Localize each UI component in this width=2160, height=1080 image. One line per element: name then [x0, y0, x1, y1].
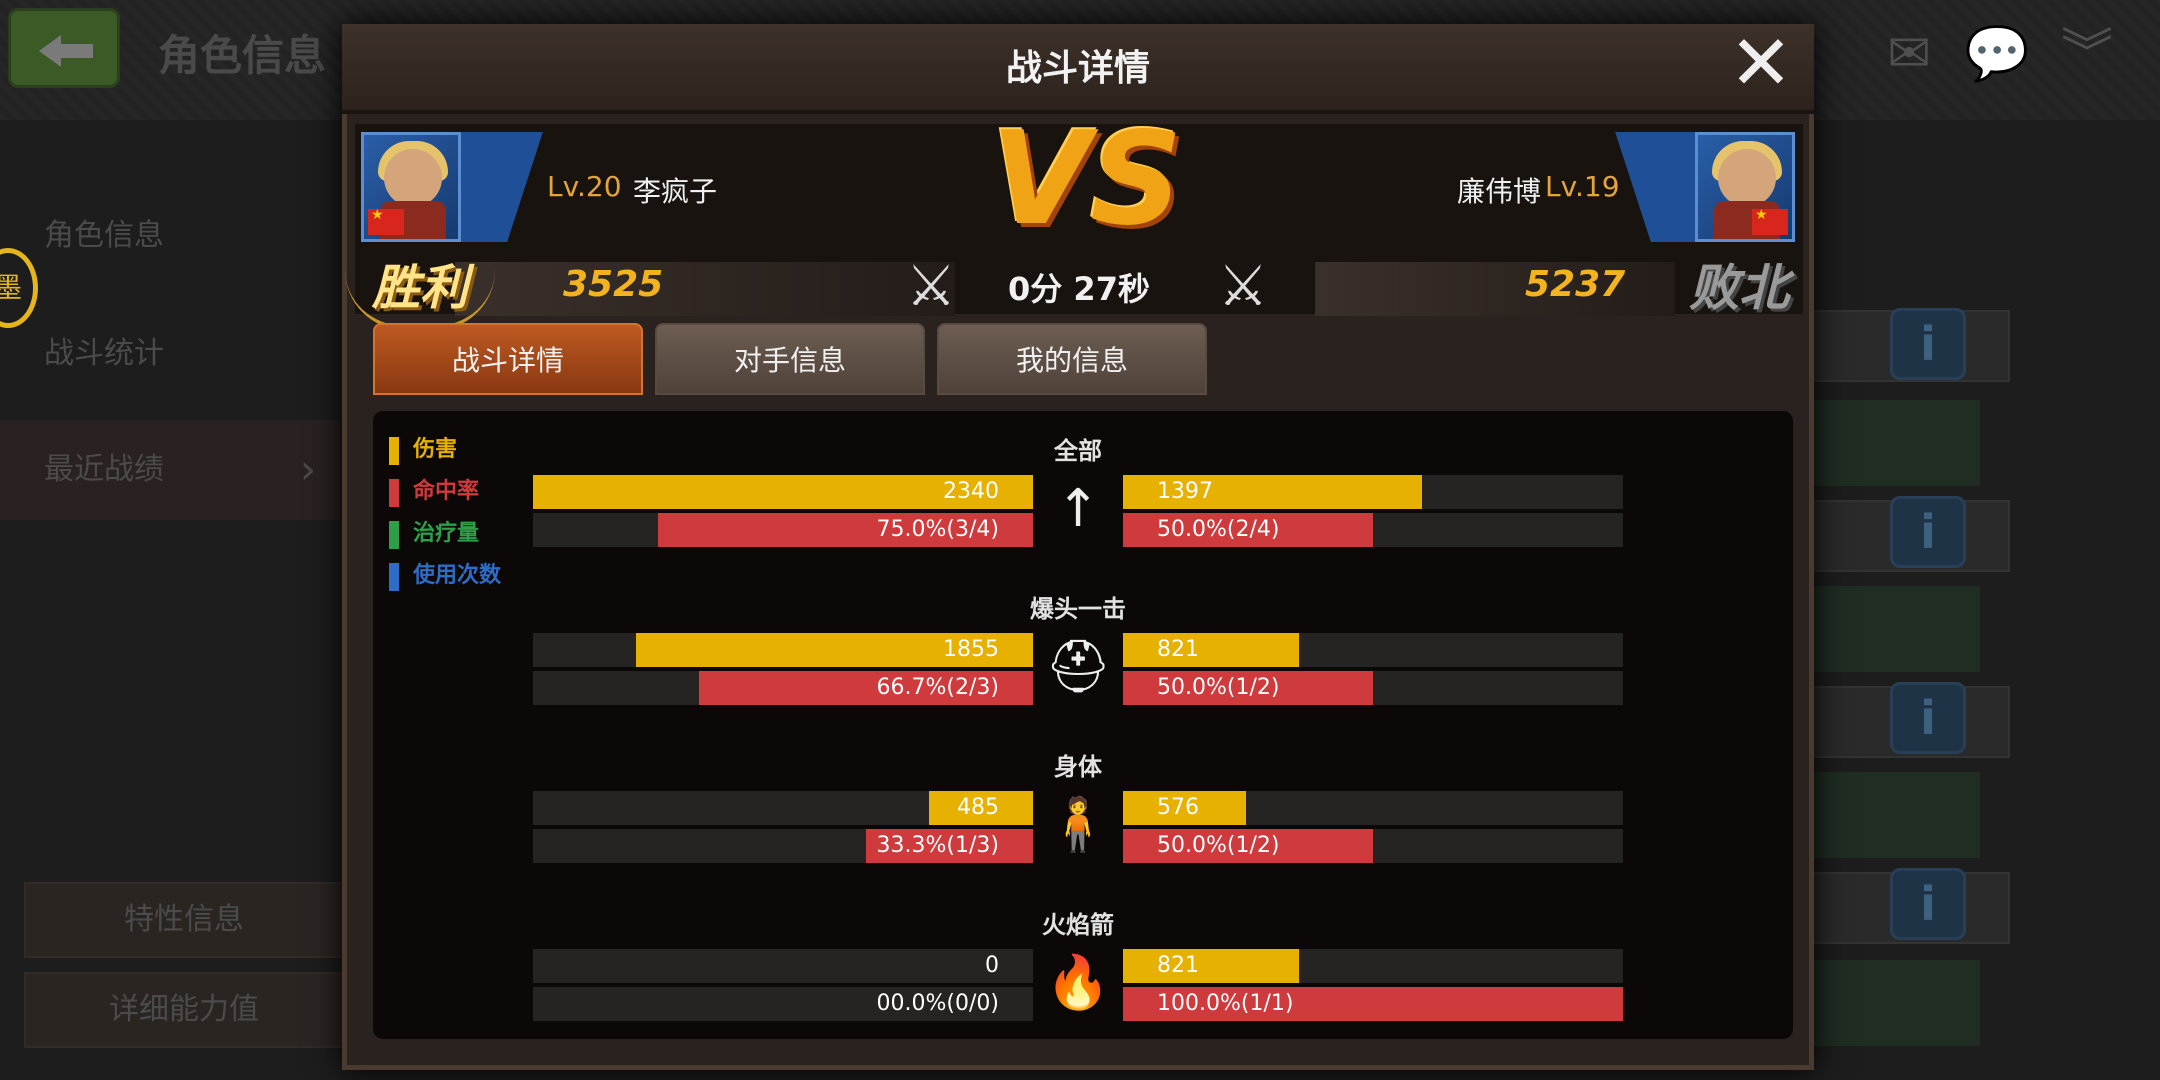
right-hit-rate-bar: 100.0%(1/1) [1123, 987, 1623, 1021]
mail-icon[interactable]: ✉ [1876, 28, 1942, 80]
left-damage-bar: 2340 [533, 475, 1033, 509]
chevron-right-icon: › [300, 447, 316, 493]
battle-duration: 0分 27秒 [1008, 270, 1150, 308]
back-button[interactable] [8, 8, 120, 88]
section-title: 爆头一击 [1030, 595, 1126, 623]
sidebar-item-role-info[interactable]: 角色信息 [0, 186, 340, 286]
right-hit-rate-bar: 50.0%(2/4) [1123, 513, 1373, 547]
arrow-icon: ↑ [1056, 479, 1100, 539]
sidebar-item-recent-record[interactable]: 最近战绩 › [0, 420, 340, 520]
legend-item-hit-rate: 命中率 [389, 477, 501, 519]
background-row [1810, 586, 1980, 672]
section-title: 火焰箭 [1042, 911, 1114, 939]
player-right-name: 廉伟博 [1457, 175, 1542, 208]
player-left-avatar[interactable] [361, 132, 461, 242]
info-icon[interactable]: i [1890, 496, 1966, 568]
sidebar-item-label: 角色信息 [44, 218, 164, 253]
left-damage-value: 0 [985, 953, 999, 978]
helmet-icon: ⛑ [1044, 637, 1111, 697]
background-row [1810, 960, 1980, 1046]
legend-label: 使用次数 [413, 563, 502, 588]
left-damage-bar: 1855 [636, 633, 1033, 667]
players-band: Lv.20 李疯子 3525 胜利 VS ⚔ 0分 27秒 ⚔ 5237 廉伟博… [345, 110, 1803, 330]
defeat-badge: 败北 [1689, 259, 1789, 317]
left-hit-rate-bar: 33.3%(1/3) [866, 829, 1033, 863]
right-hit-rate-bar: 50.0%(1/2) [1123, 829, 1373, 863]
detailed-stats-button[interactable]: 详细能力值 [24, 972, 344, 1048]
player-left-score-bar [455, 262, 955, 316]
background-page-title: 角色信息 [158, 31, 327, 80]
left-damage-bar: 485 [929, 791, 1033, 825]
player-left-level: Lv.20 [547, 170, 622, 203]
sidebar-item-label: 最近战绩 [44, 452, 164, 487]
china-flag-icon [368, 207, 404, 235]
modal-title: 战斗详情 [1005, 48, 1150, 89]
sidebar-item-label: 战斗统计 [44, 336, 164, 371]
right-damage-bar: 576 [1123, 791, 1246, 825]
crossbow-icon: ⚔ [1217, 254, 1269, 319]
right-hit-rate-bar: 50.0%(1/2) [1123, 671, 1373, 705]
legend-swatch [389, 521, 399, 549]
crossbow-icon: ⚔ [905, 254, 957, 319]
legend-item-healing: 治疗量 [389, 519, 501, 561]
vs-logo: VS [991, 105, 1183, 254]
chat-icon[interactable]: 💬 [1964, 28, 2030, 80]
china-flag-icon [1752, 207, 1788, 235]
player-right-level: Lv.19 [1545, 170, 1620, 203]
legend-swatch [389, 563, 399, 591]
info-icon[interactable]: i [1890, 682, 1966, 754]
trait-info-button[interactable]: 特性信息 [24, 882, 344, 958]
left-hit-rate-value: 00.0%(0/0) [876, 991, 999, 1016]
tab-my-info[interactable]: 我的信息 [937, 323, 1207, 395]
victory-badge: 胜利 [345, 250, 495, 330]
background-row [1810, 400, 1980, 486]
legend-label: 命中率 [413, 479, 480, 504]
right-damage-bar: 821 [1123, 949, 1299, 983]
stats-panel: 伤害 命中率 治疗量 使用次数 全部 2340 75.0%(3/4) 1397 50.0… [373, 411, 1793, 1039]
body-icon: 🧍 [1045, 795, 1111, 855]
section-title: 全部 [1054, 437, 1102, 465]
sidebar-item-battle-stats[interactable]: 战斗统计 [0, 304, 340, 404]
legend-label: 治疗量 [413, 521, 480, 546]
legend-item-damage: 伤害 [389, 435, 501, 477]
player-right-score: 5237 [1525, 264, 1626, 305]
avatar-face [384, 149, 442, 207]
battle-details-modal: 战斗详情 ✕ Lv.20 李疯子 3525 胜利 VS ⚔ 0分 27秒 ⚔ 5… [342, 24, 1814, 1070]
left-hit-rate-bar: 66.7%(2/3) [699, 671, 1033, 705]
info-icon[interactable]: i [1890, 308, 1966, 380]
player-left-name: 李疯子 [633, 175, 718, 208]
avatar-face [1718, 149, 1776, 207]
close-icon[interactable]: ✕ [1726, 25, 1796, 101]
modal-header: 战斗详情 ✕ [342, 24, 1814, 114]
info-icon[interactable]: i [1890, 868, 1966, 940]
legend-swatch [389, 479, 399, 507]
right-damage-bar: 821 [1123, 633, 1299, 667]
left-hit-rate-bar: 75.0%(3/4) [658, 513, 1033, 547]
player-left-score: 3525 [563, 264, 664, 305]
legend-swatch [389, 437, 399, 465]
player-right-avatar[interactable] [1695, 132, 1795, 242]
fire-icon: 🔥 [1045, 953, 1111, 1013]
section-title: 身体 [1054, 753, 1102, 781]
chevron-down-icon[interactable]: ︾ [2054, 28, 2120, 80]
legend-label: 伤害 [413, 437, 458, 462]
legend: 伤害 命中率 治疗量 使用次数 [389, 435, 501, 603]
tab-opponent-info[interactable]: 对手信息 [655, 323, 925, 395]
right-damage-bar: 1397 [1123, 475, 1422, 509]
legend-item-use-count: 使用次数 [389, 561, 501, 603]
background-row [1810, 772, 1980, 858]
tab-battle-details[interactable]: 战斗详情 [373, 323, 643, 395]
